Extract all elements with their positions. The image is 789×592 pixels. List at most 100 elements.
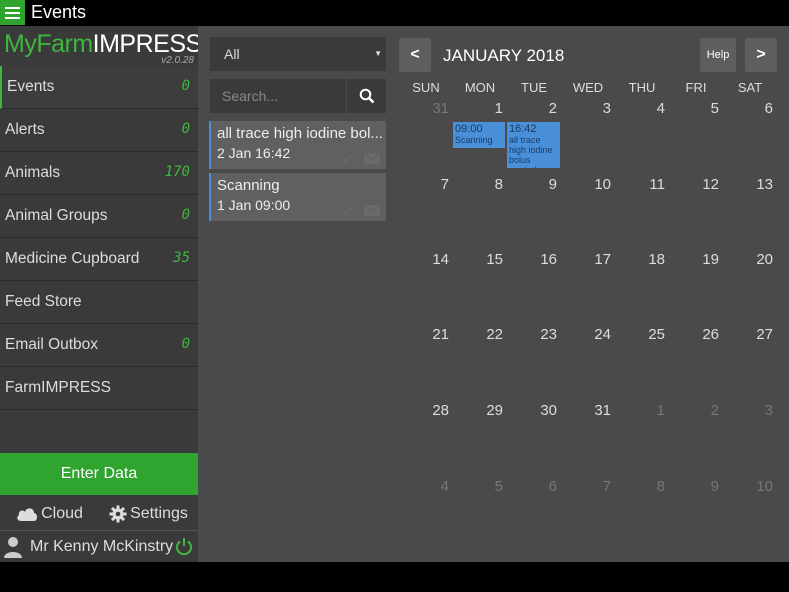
sidebar-item-label: Email Outbox: [5, 336, 99, 353]
user-name: Mr Kenny McKinstry: [30, 537, 174, 555]
calendar-day[interactable]: 27: [723, 326, 777, 343]
calendar-day[interactable]: 15: [453, 251, 507, 268]
search-input[interactable]: Search...: [210, 79, 346, 113]
calendar-day[interactable]: 24: [561, 326, 615, 343]
help-button[interactable]: Help: [700, 38, 736, 72]
calendar-day[interactable]: 22: [453, 326, 507, 343]
check-icon[interactable]: [342, 154, 352, 164]
calendar-day[interactable]: 4: [399, 478, 453, 495]
sidebar-item-label: Events: [7, 78, 55, 95]
next-month-button[interactable]: >: [745, 38, 777, 72]
sidebar-item-animals[interactable]: Animals 170: [0, 152, 198, 195]
search-icon: [359, 88, 374, 104]
calendar-day[interactable]: 2: [669, 402, 723, 419]
sidebar-item-animal-groups[interactable]: Animal Groups 0: [0, 195, 198, 238]
calendar-day[interactable]: 26: [669, 326, 723, 343]
cloud-button[interactable]: Cloud: [0, 499, 99, 529]
calendar-day[interactable]: 5: [669, 100, 723, 117]
sidebar-item-email-outbox[interactable]: Email Outbox 0: [0, 324, 198, 367]
calendar-day[interactable]: 4: [615, 100, 669, 117]
enter-data-button[interactable]: Enter Data: [0, 453, 198, 495]
calendar-day[interactable]: 10: [723, 478, 777, 495]
search-button[interactable]: [346, 79, 386, 113]
calendar-day[interactable]: 13: [723, 176, 777, 193]
calendar-day[interactable]: 21: [399, 326, 453, 343]
calendar-day[interactable]: 7: [399, 176, 453, 193]
calendar-day[interactable]: 9: [669, 478, 723, 495]
calendar-day[interactable]: 28: [399, 402, 453, 419]
weekday-thu: THU: [628, 80, 656, 95]
weekday-fri: FRI: [685, 80, 707, 95]
chip-text: all trace high iodine bolus reminder: [509, 135, 553, 168]
calendar-day[interactable]: 20: [723, 251, 777, 268]
calendar-event-chip[interactable]: 16:42all trace high iodine bolus reminde…: [507, 122, 560, 168]
settings-label: Settings: [130, 505, 188, 522]
weekday-mon: MON: [464, 80, 496, 95]
power-icon[interactable]: [174, 537, 194, 557]
calendar-day[interactable]: 11: [615, 176, 669, 193]
calendar-day[interactable]: 8: [615, 478, 669, 495]
weekday-sun: SUN: [412, 80, 440, 95]
check-icon[interactable]: [342, 206, 352, 216]
sidebar-item-label: FarmIMPRESS: [5, 379, 111, 396]
month-title: JANUARY 2018: [443, 46, 565, 65]
sidebar-item-alerts[interactable]: Alerts 0: [0, 109, 198, 152]
calendar-day[interactable]: 19: [669, 251, 723, 268]
app-logo: MyFarmIMPRESS v2.0.28: [4, 28, 202, 68]
calendar-day[interactable]: 10: [561, 176, 615, 193]
email-icon[interactable]: [364, 153, 380, 164]
sidebar-item-medicine-cupboard[interactable]: Medicine Cupboard 35: [0, 238, 198, 281]
calendar-day[interactable]: 29: [453, 402, 507, 419]
calendar-day[interactable]: 31: [399, 100, 453, 117]
calendar-day[interactable]: 5: [453, 478, 507, 495]
calendar-day[interactable]: 3: [723, 402, 777, 419]
calendar-day[interactable]: 6: [723, 100, 777, 117]
calendar-day[interactable]: 16: [507, 251, 561, 268]
sidebar-item-label: Alerts: [5, 121, 45, 138]
gear-icon: [109, 505, 127, 523]
sidebar-item-count: 0: [181, 207, 190, 223]
calendar-day[interactable]: 1: [453, 100, 507, 117]
app-version: v2.0.28: [161, 55, 194, 66]
calendar-day[interactable]: 25: [615, 326, 669, 343]
calendar-day[interactable]: 3: [561, 100, 615, 117]
event-list-item[interactable]: Scanning 1 Jan 09:00: [209, 173, 386, 221]
calendar-day[interactable]: 17: [561, 251, 615, 268]
calendar-day[interactable]: 30: [507, 402, 561, 419]
calendar-day[interactable]: 23: [507, 326, 561, 343]
settings-button[interactable]: Settings: [99, 499, 198, 529]
menu-icon[interactable]: [0, 0, 25, 25]
event-list-item[interactable]: all trace high iodine bol... 2 Jan 16:42: [209, 121, 386, 169]
logo-impress: IMPRESS: [92, 30, 203, 58]
calendar-day[interactable]: 14: [399, 251, 453, 268]
cloud-settings-row: Cloud Settings: [0, 499, 198, 529]
filter-select[interactable]: All ▼: [210, 37, 386, 71]
sidebar-item-farmimpress[interactable]: FarmIMPRESS: [0, 367, 198, 410]
sidebar-item-count: 0: [181, 336, 190, 352]
calendar-event-chip[interactable]: 09:00 Scanning: [453, 122, 505, 148]
calendar-panel: < JANUARY 2018 Help > SUN MON TUE WED THU FRI…: [395, 26, 789, 562]
calendar-day[interactable]: 18: [615, 251, 669, 268]
prev-month-button[interactable]: <: [399, 38, 431, 72]
calendar-day[interactable]: 9: [507, 176, 561, 193]
calendar-day[interactable]: 12: [669, 176, 723, 193]
calendar-day[interactable]: 1: [615, 402, 669, 419]
calendar-day[interactable]: 7: [561, 478, 615, 495]
cloud-label: Cloud: [41, 505, 83, 522]
email-icon[interactable]: [364, 205, 380, 216]
sidebar-item-label: Medicine Cupboard: [5, 250, 140, 267]
event-title: Scanning: [217, 177, 280, 194]
sidebar-nav: Events 0 Alerts 0 Animals 170 Animal Groups…: [0, 66, 198, 410]
calendar-day[interactable]: 31: [561, 402, 615, 419]
sidebar: MyFarmIMPRESS v2.0.28 Events 0 Alerts 0 An…: [0, 26, 202, 562]
sidebar-item-feed-store[interactable]: Feed Store: [0, 281, 198, 324]
calendar-day[interactable]: 6: [507, 478, 561, 495]
logo-my: My: [4, 30, 37, 58]
calendar-day[interactable]: 8: [453, 176, 507, 193]
system-nav-bar: [0, 562, 789, 592]
sidebar-item-events[interactable]: Events 0: [0, 66, 198, 109]
weekday-tue: TUE: [521, 80, 547, 95]
calendar-day[interactable]: 2: [507, 100, 561, 117]
sidebar-item-count: 0: [181, 78, 190, 94]
sidebar-item-label: Feed Store: [5, 293, 82, 310]
